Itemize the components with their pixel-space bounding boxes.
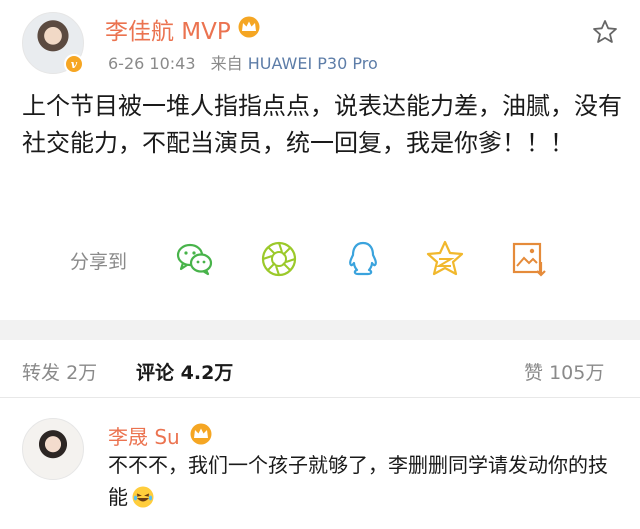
favorite-star-icon[interactable] (591, 18, 619, 46)
section-divider (0, 320, 640, 340)
post-content: 上个节目被一堆人指指点点，说表达能力差，油腻，没有社交能力，不配当演员，统一回复… (22, 92, 622, 157)
wechat-icon[interactable] (174, 238, 216, 280)
comment-label: 评论 (136, 362, 175, 384)
post-meta: 6-26 10:43 来自 HUAWEI P30 Pro (108, 50, 378, 74)
comment-count: 4.2万 (180, 362, 234, 384)
like-tab[interactable]: 赞 105万 (524, 358, 604, 385)
moments-icon[interactable] (258, 238, 300, 280)
author-username[interactable]: 李佳航 MVP (105, 12, 231, 46)
repost-count: 2万 (66, 362, 98, 384)
post-time: 6-26 10:43 (108, 54, 196, 73)
stats-bar: 转发 2万 评论 4.2万 赞 105万 (0, 340, 640, 398)
vip-crown-icon (238, 16, 260, 38)
share-label: 分享到 (70, 251, 128, 273)
qq-icon[interactable] (342, 238, 384, 280)
comment-text: 不不不，我们一个孩子就够了，李删删同学请发动你的技能 (108, 449, 618, 513)
like-label: 赞 (524, 362, 544, 384)
share-row: 分享到 (0, 232, 640, 288)
commenter-username[interactable]: 李晟 Su (108, 421, 180, 450)
repost-tab[interactable]: 转发 2万 (22, 358, 97, 385)
comment-body: 不不不，我们一个孩子就够了，李删删同学请发动你的技能 (108, 453, 608, 509)
vip-crown-icon (190, 423, 212, 445)
commenter-avatar[interactable] (22, 418, 84, 480)
comment-item: 李晟 Su 不不不，我们一个孩子就够了，李删删同学请发动你的技能 (0, 399, 640, 529)
comment-tab[interactable]: 评论 4.2万 (136, 358, 233, 385)
laughing-emoji-icon (132, 486, 154, 508)
repost-label: 转发 (22, 362, 61, 384)
device-link[interactable]: HUAWEI P30 Pro (248, 54, 378, 73)
source-prefix: 来自 (210, 54, 243, 73)
verified-badge-icon: v (64, 54, 84, 74)
qzone-icon[interactable] (424, 238, 466, 280)
like-count: 105万 (549, 362, 605, 384)
save-image-icon[interactable] (508, 238, 550, 280)
weibo-post: v 李佳航 MVP 6-26 10:43 来自 HUAWEI P30 Pro 上… (0, 0, 640, 320)
